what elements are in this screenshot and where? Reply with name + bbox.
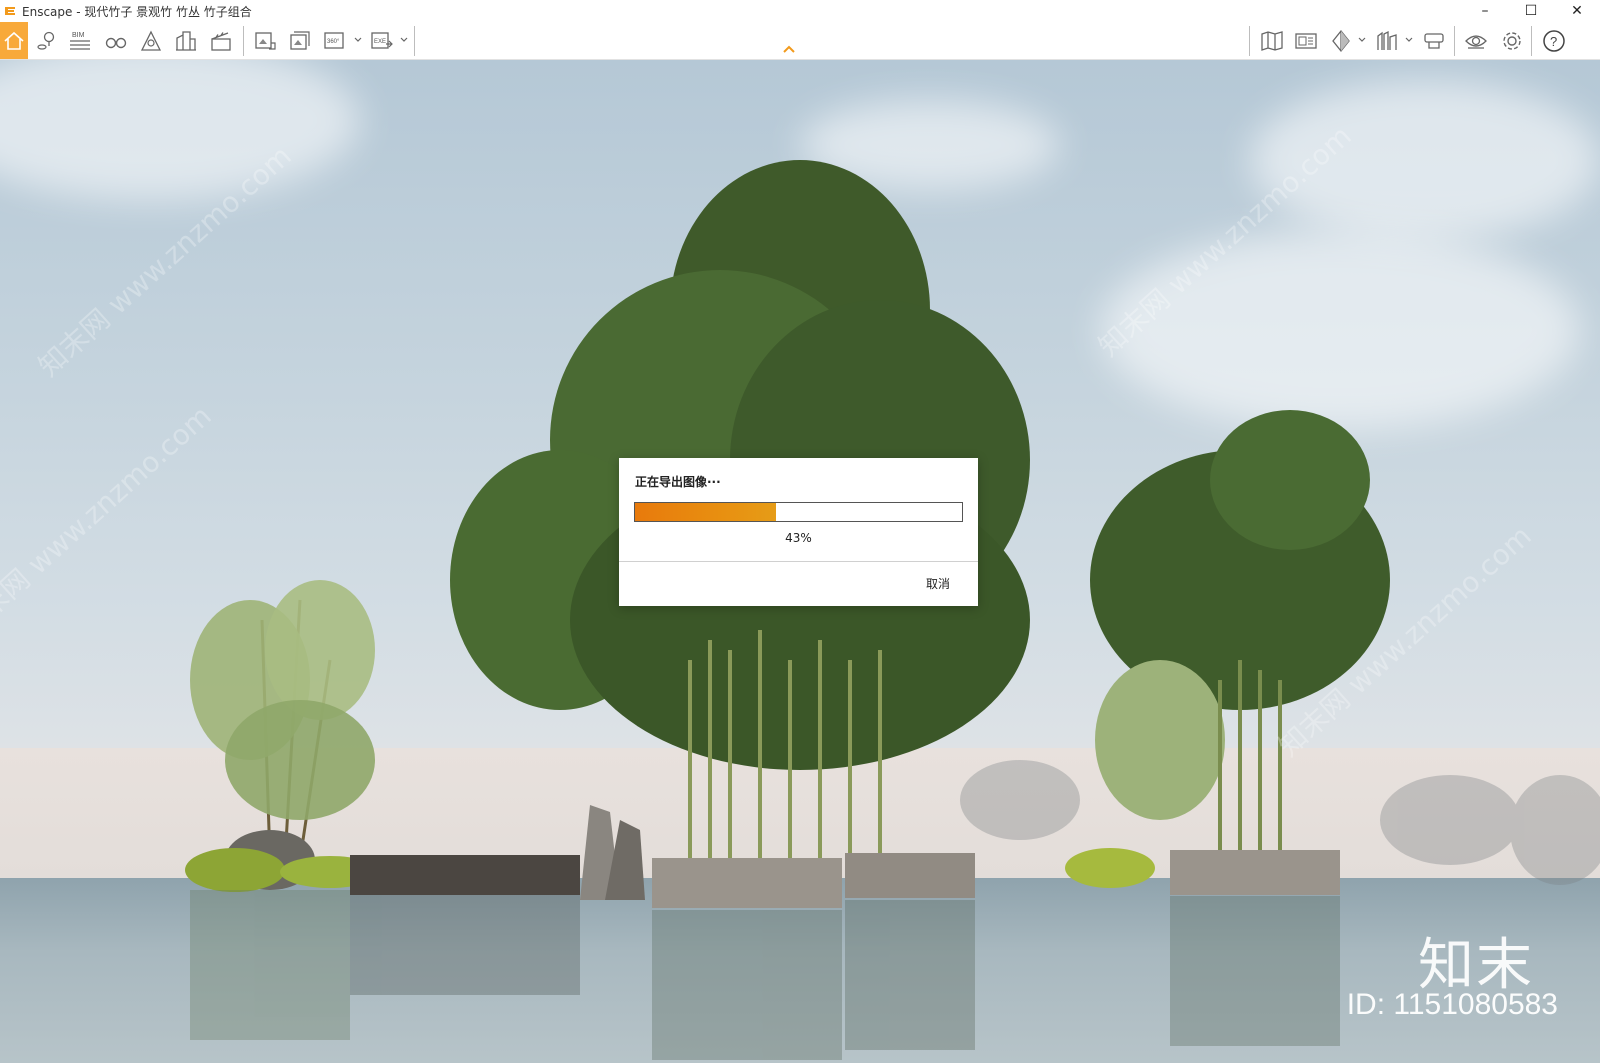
progress-bar-fill (635, 503, 776, 521)
map-pin-icon (37, 31, 55, 50)
panorama-360-icon: 360° (324, 31, 344, 49)
asset-dropdown-caret[interactable] (1404, 32, 1414, 48)
panorama-button[interactable]: 360° (319, 22, 351, 59)
buildings-button[interactable] (170, 22, 202, 59)
export-exe-icon: EXE (371, 31, 393, 49)
main-toolbar: BIM 360° EXE ? (0, 22, 1600, 60)
batch-render-button[interactable] (284, 22, 316, 59)
export-exe-button[interactable]: EXE (366, 22, 398, 59)
asset-library-icon (1377, 30, 1397, 50)
watermark-id: ID: 1151080583 (1346, 988, 1558, 1021)
dialog-title: 正在导出图像··· (635, 475, 721, 489)
help-button[interactable]: ? (1538, 22, 1570, 59)
buildings-icon (176, 30, 196, 51)
cancel-button[interactable]: 取消 (926, 575, 950, 592)
export-progress-dialog: 正在导出图像··· 43% 取消 (619, 458, 978, 606)
video-editor-button[interactable] (205, 22, 237, 59)
chevron-down-icon (1405, 37, 1413, 42)
home-icon (4, 31, 24, 50)
panorama-dropdown-caret[interactable] (353, 32, 363, 48)
bim-icon: BIM (70, 32, 90, 50)
clapper-icon (211, 31, 231, 51)
toolbar-separator (1454, 26, 1455, 56)
close-button[interactable]: ✕ (1554, 0, 1600, 22)
visual-settings-icon (1465, 34, 1487, 49)
settings-button[interactable] (1496, 22, 1528, 59)
map-icon (1261, 30, 1283, 51)
location-button[interactable] (30, 22, 62, 59)
dialog-divider (619, 561, 978, 562)
minimize-button[interactable]: – (1462, 0, 1508, 22)
image-library-icon (1295, 32, 1317, 49)
asset-library-button[interactable] (1371, 22, 1403, 59)
binoculars-icon (105, 37, 127, 48)
progress-bar (634, 502, 963, 522)
svg-text:BIM: BIM (72, 32, 85, 39)
title-bar: Enscape - 现代竹子 景观竹 竹丛 竹子组合 – ☐ ✕ (0, 0, 1600, 22)
progress-percent-text: 43% (785, 531, 812, 545)
toolbar-separator (1249, 26, 1250, 56)
svg-text:EXE: EXE (374, 39, 386, 45)
bim-button[interactable]: BIM (64, 22, 96, 59)
screenshot-icon (255, 31, 276, 50)
chevron-down-icon (1358, 37, 1366, 42)
svg-text:?: ? (1550, 34, 1557, 49)
export-dropdown-caret[interactable] (399, 32, 409, 48)
window-controls: – ☐ ✕ (1462, 0, 1600, 22)
walk-mode-button[interactable] (100, 22, 132, 59)
view-mode-button[interactable] (1325, 22, 1357, 59)
enscape-logo-icon (5, 7, 15, 15)
toolbar-separator (243, 26, 244, 56)
visual-settings-button[interactable] (1460, 22, 1492, 59)
batch-render-icon (290, 30, 310, 50)
bamboo-cluster-right (1090, 410, 1390, 850)
gear-icon (1503, 31, 1521, 50)
svg-text:360°: 360° (327, 39, 340, 45)
vr-headset-icon (1424, 32, 1444, 49)
map-button[interactable] (1256, 22, 1288, 59)
home-button[interactable] (0, 22, 28, 59)
image-library-button[interactable] (1290, 22, 1322, 59)
chevron-down-icon (354, 37, 362, 42)
perspective-button[interactable] (135, 22, 167, 59)
help-icon: ? (1543, 29, 1565, 52)
view-mode-dropdown-caret[interactable] (1357, 32, 1367, 48)
view-mode-icon (1332, 29, 1350, 52)
maximize-button[interactable]: ☐ (1508, 0, 1554, 22)
bamboo-cluster-left (190, 580, 375, 861)
perspective-icon (140, 30, 162, 51)
collapse-toolbar-icon[interactable] (782, 44, 796, 54)
window-title: Enscape - 现代竹子 景观竹 竹丛 竹子组合 (22, 4, 252, 19)
toolbar-separator (1531, 26, 1532, 56)
chevron-down-icon (400, 37, 408, 42)
vr-headset-button[interactable] (1418, 22, 1450, 59)
screenshot-button[interactable] (249, 22, 281, 59)
toolbar-separator (414, 26, 415, 56)
